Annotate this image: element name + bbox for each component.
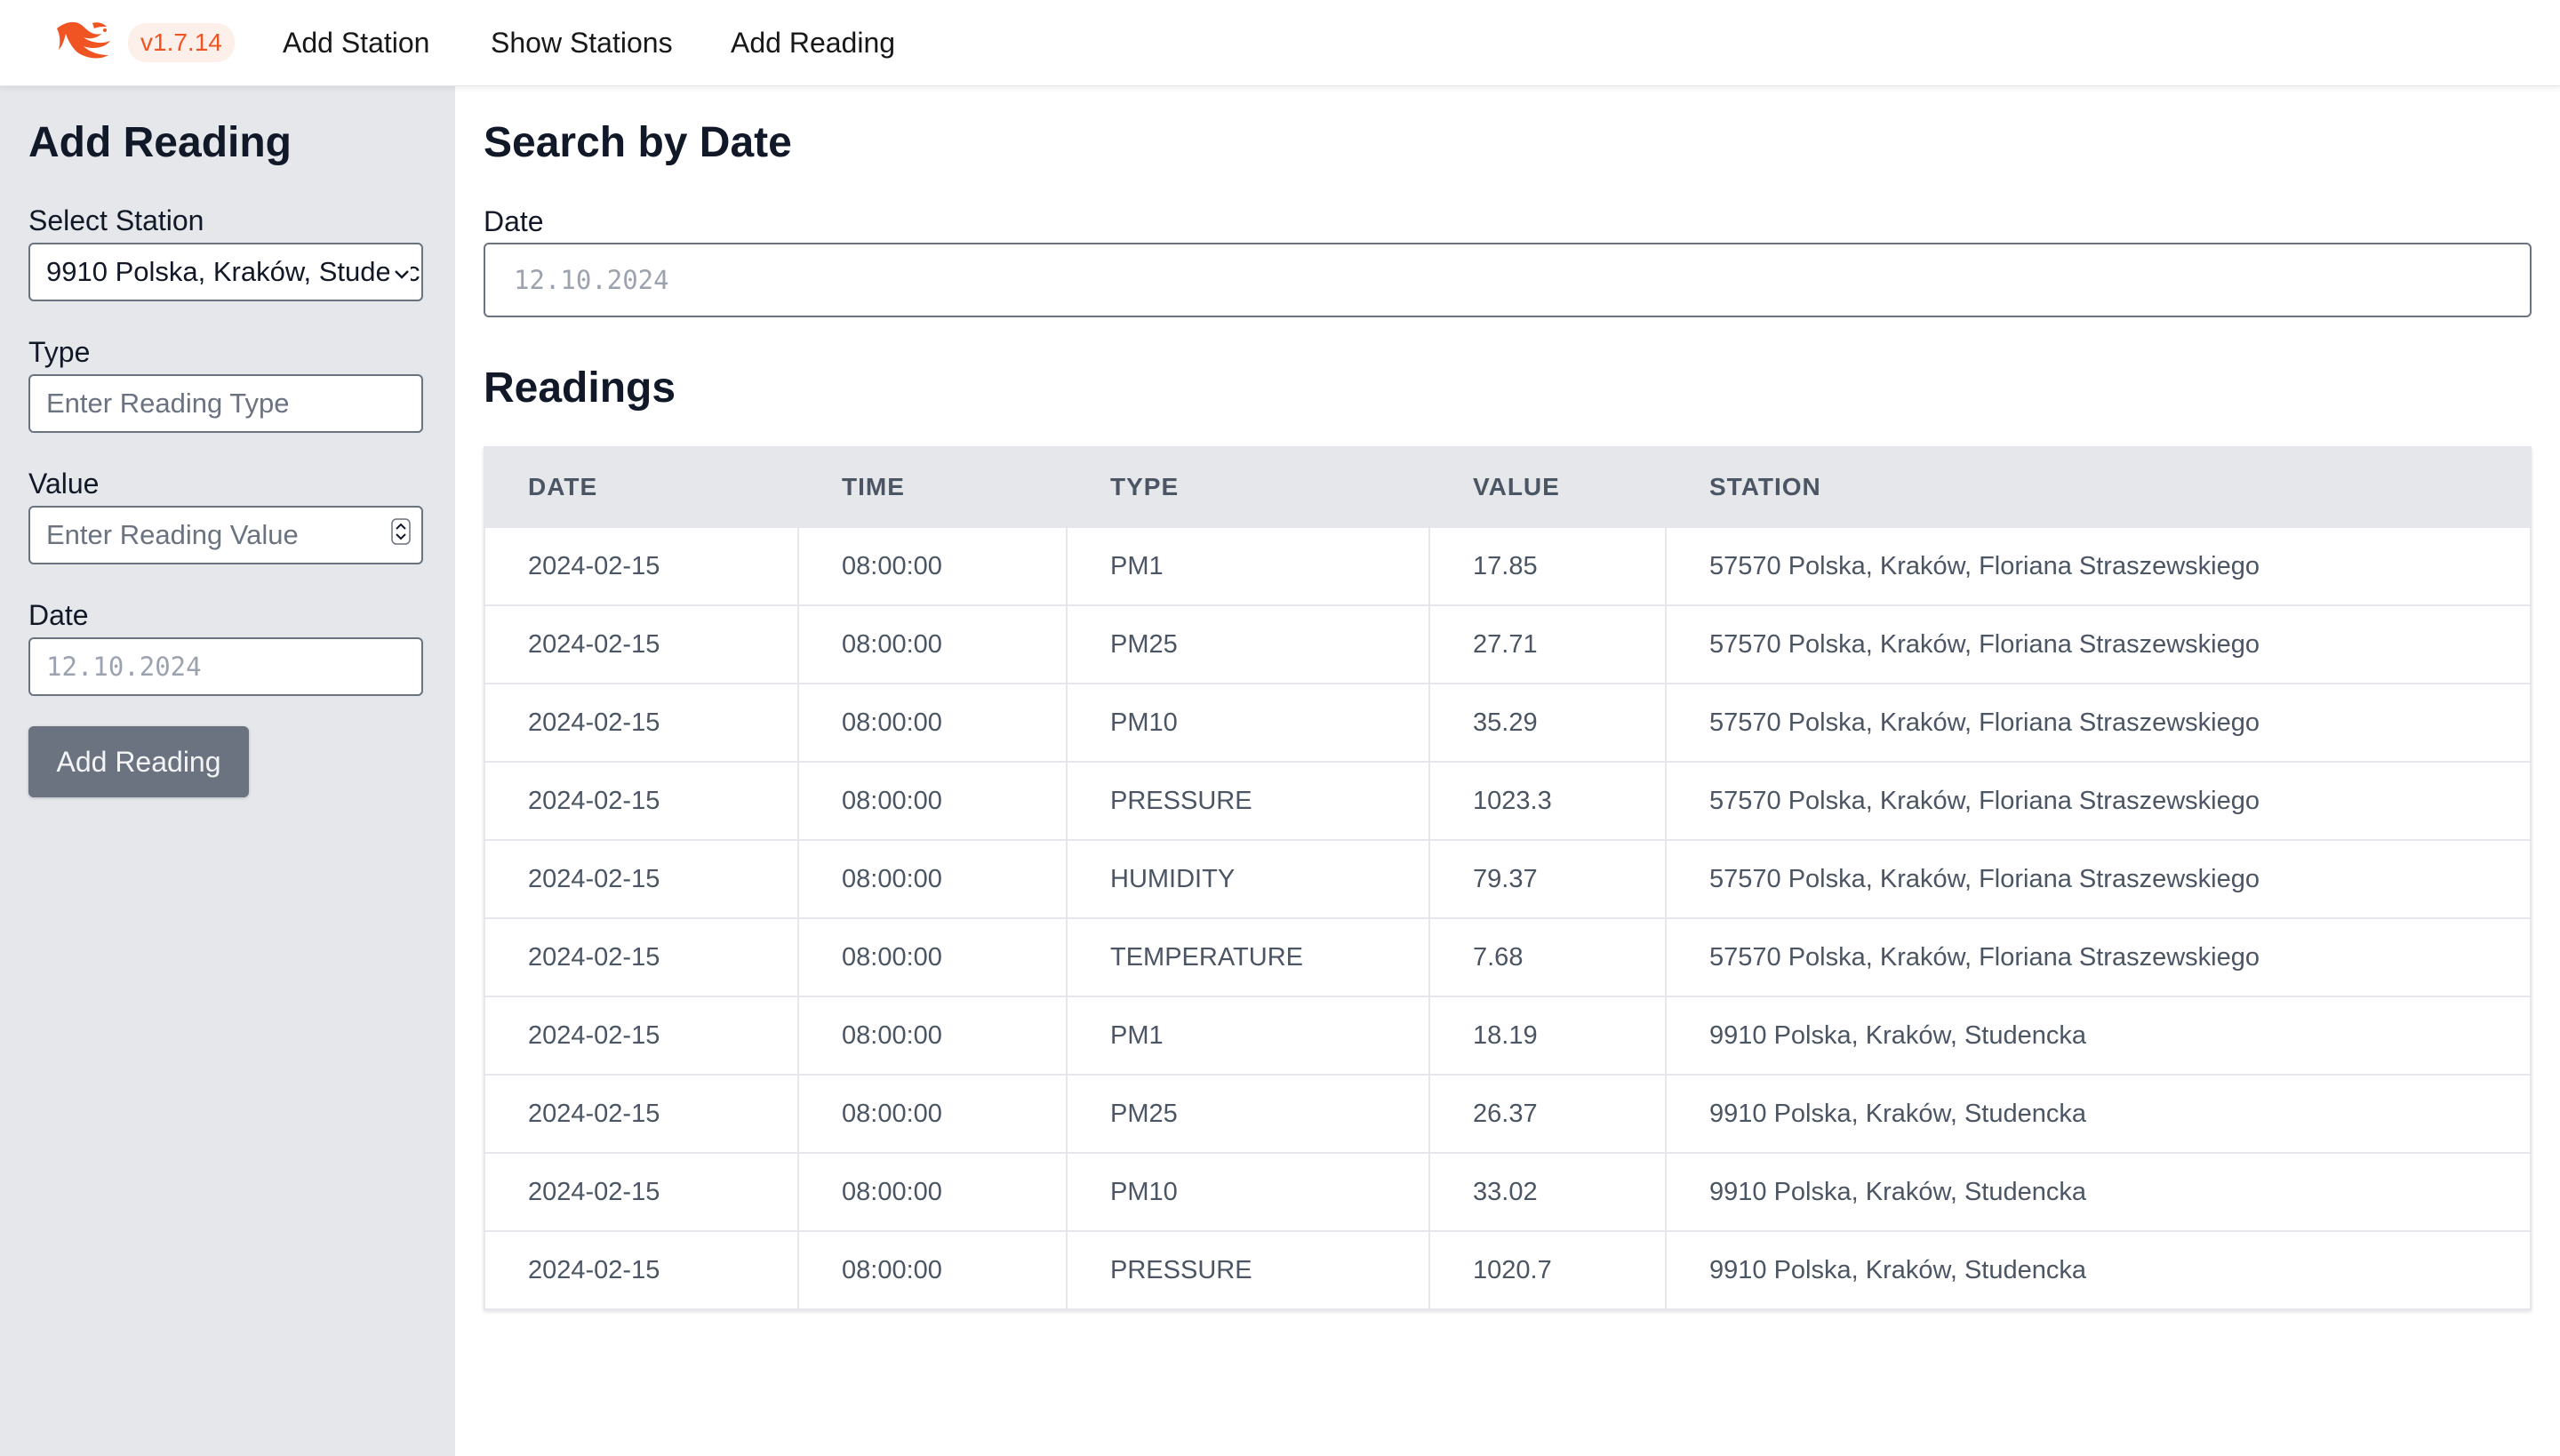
column-header-value: VALUE xyxy=(1428,446,1667,528)
nav-add-station[interactable]: Add Station xyxy=(283,23,429,62)
date-input[interactable]: 12.10.2024 xyxy=(28,637,423,696)
table-row: 2024-02-15 08:00:00 PRESSURE 1023.3 57570 Po… xyxy=(484,761,2532,841)
date-cell: 2024-02-15 xyxy=(484,526,799,606)
date-cell: 2024-02-15 xyxy=(484,761,799,841)
nav-add-reading[interactable]: Add Reading xyxy=(731,23,895,62)
table-row: 2024-02-15 08:00:00 PM10 33.02 9910 Polska, … xyxy=(484,1152,2532,1232)
table-row: 2024-02-15 08:00:00 PM1 17.85 57570 Polska, … xyxy=(484,526,2532,606)
value-cell: 1020.7 xyxy=(1428,1230,1667,1310)
type-cell: PM10 xyxy=(1066,1152,1430,1232)
station-cell: 57570 Polska, Kraków, Floriana Straszews… xyxy=(1665,917,2532,997)
station-cell: 9910 Polska, Kraków, Studencka xyxy=(1665,1230,2532,1310)
station-cell: 57570 Polska, Kraków, Floriana Straszews… xyxy=(1665,761,2532,841)
phoenix-logo-icon xyxy=(53,16,121,70)
type-cell: PM25 xyxy=(1066,1074,1430,1154)
value-cell: 33.02 xyxy=(1428,1152,1667,1232)
date-cell: 2024-02-15 xyxy=(484,917,799,997)
time-cell: 08:00:00 xyxy=(797,526,1068,606)
station-select[interactable]: 9910 Polska, Kraków, Studencka xyxy=(28,243,423,301)
type-cell: PRESSURE xyxy=(1066,1230,1430,1310)
table-row: 2024-02-15 08:00:00 PM10 35.29 57570 Polska,… xyxy=(484,683,2532,763)
date-cell: 2024-02-15 xyxy=(484,1152,799,1232)
time-cell: 08:00:00 xyxy=(797,1152,1068,1232)
value-cell: 17.85 xyxy=(1428,526,1667,606)
search-date-value: 12.10.2024 xyxy=(514,265,669,295)
version-badge: v1.7.14 xyxy=(128,23,235,62)
time-cell: 08:00:00 xyxy=(797,761,1068,841)
spinner-arrows-icon[interactable] xyxy=(388,518,411,552)
type-cell: HUMIDITY xyxy=(1066,839,1430,919)
top-navbar: v1.7.14 Add Station Show Stations Add Re… xyxy=(0,0,2560,86)
station-cell: 9910 Polska, Kraków, Studencka xyxy=(1665,1074,2532,1154)
table-row: 2024-02-15 08:00:00 TEMPERATURE 7.68 57570 P… xyxy=(484,917,2532,997)
column-header-type: TYPE xyxy=(1066,446,1430,528)
date-label: Date xyxy=(28,599,89,631)
station-cell: 9910 Polska, Kraków, Studencka xyxy=(1665,1152,2532,1232)
search-title: Search by Date xyxy=(484,119,792,166)
readings-table-body: 2024-02-15 08:00:00 PM1 17.85 57570 Polska, … xyxy=(484,526,2532,1310)
type-cell: PM25 xyxy=(1066,604,1430,684)
time-cell: 08:00:00 xyxy=(797,604,1068,684)
column-header-date: DATE xyxy=(484,446,799,528)
type-cell: PM10 xyxy=(1066,683,1430,763)
add-reading-button[interactable]: Add Reading xyxy=(28,726,249,797)
station-label: Select Station xyxy=(28,204,204,236)
date-cell: 2024-02-15 xyxy=(484,1230,799,1310)
value-cell: 79.37 xyxy=(1428,839,1667,919)
station-cell: 57570 Polska, Kraków, Floriana Straszews… xyxy=(1665,526,2532,606)
brand[interactable]: v1.7.14 xyxy=(53,16,235,69)
table-row: 2024-02-15 08:00:00 HUMIDITY 79.37 57570 Pol… xyxy=(484,839,2532,919)
date-cell: 2024-02-15 xyxy=(484,1074,799,1154)
add-reading-sidebar: Add Reading Select Station 9910 Polska, … xyxy=(0,86,455,1456)
station-select-value: 9910 Polska, Kraków, Studencka xyxy=(46,256,423,287)
type-input-placeholder: Enter Reading Type xyxy=(46,388,290,419)
sidebar-title: Add Reading xyxy=(28,119,292,166)
value-label: Value xyxy=(28,468,100,500)
time-cell: 08:00:00 xyxy=(797,683,1068,763)
station-cell: 57570 Polska, Kraków, Floriana Straszews… xyxy=(1665,683,2532,763)
value-cell: 26.37 xyxy=(1428,1074,1667,1154)
type-cell: PM1 xyxy=(1066,526,1430,606)
date-cell: 2024-02-15 xyxy=(484,996,799,1076)
column-header-time: TIME xyxy=(797,446,1068,528)
station-cell: 9910 Polska, Kraków, Studencka xyxy=(1665,996,2532,1076)
type-cell: TEMPERATURE xyxy=(1066,917,1430,997)
value-cell: 1023.3 xyxy=(1428,761,1667,841)
readings-title: Readings xyxy=(484,364,676,412)
value-input[interactable]: Enter Reading Value xyxy=(28,506,423,564)
table-header-row: DATE TIME TYPE VALUE STATION xyxy=(484,446,2532,528)
chevron-down-icon xyxy=(389,256,411,288)
station-cell: 57570 Polska, Kraków, Floriana Straszews… xyxy=(1665,604,2532,684)
value-cell: 7.68 xyxy=(1428,917,1667,997)
table-row: 2024-02-15 08:00:00 PRESSURE 1020.7 9910 Pol… xyxy=(484,1230,2532,1310)
type-label: Type xyxy=(28,336,91,368)
search-date-input[interactable]: 12.10.2024 xyxy=(484,243,2532,317)
date-input-value: 12.10.2024 xyxy=(46,652,202,682)
column-header-station: STATION xyxy=(1665,446,2532,528)
value-cell: 27.71 xyxy=(1428,604,1667,684)
value-cell: 35.29 xyxy=(1428,683,1667,763)
value-input-placeholder: Enter Reading Value xyxy=(46,519,299,550)
readings-table: DATE TIME TYPE VALUE STATION 2024-02-15 0… xyxy=(484,446,2532,1310)
type-input[interactable]: Enter Reading Type xyxy=(28,374,423,433)
time-cell: 08:00:00 xyxy=(797,1230,1068,1310)
type-cell: PRESSURE xyxy=(1066,761,1430,841)
station-cell: 57570 Polska, Kraków, Floriana Straszews… xyxy=(1665,839,2532,919)
value-cell: 18.19 xyxy=(1428,996,1667,1076)
table-row: 2024-02-15 08:00:00 PM1 18.19 9910 Polska, K… xyxy=(484,996,2532,1076)
search-date-label: Date xyxy=(484,205,544,237)
nav-show-stations[interactable]: Show Stations xyxy=(491,23,673,62)
time-cell: 08:00:00 xyxy=(797,839,1068,919)
date-cell: 2024-02-15 xyxy=(484,604,799,684)
date-cell: 2024-02-15 xyxy=(484,839,799,919)
table-row: 2024-02-15 08:00:00 PM25 27.71 57570 Polska,… xyxy=(484,604,2532,684)
time-cell: 08:00:00 xyxy=(797,1074,1068,1154)
time-cell: 08:00:00 xyxy=(797,917,1068,997)
type-cell: PM1 xyxy=(1066,996,1430,1076)
date-cell: 2024-02-15 xyxy=(484,683,799,763)
table-row: 2024-02-15 08:00:00 PM25 26.37 9910 Polska, … xyxy=(484,1074,2532,1154)
time-cell: 08:00:00 xyxy=(797,996,1068,1076)
